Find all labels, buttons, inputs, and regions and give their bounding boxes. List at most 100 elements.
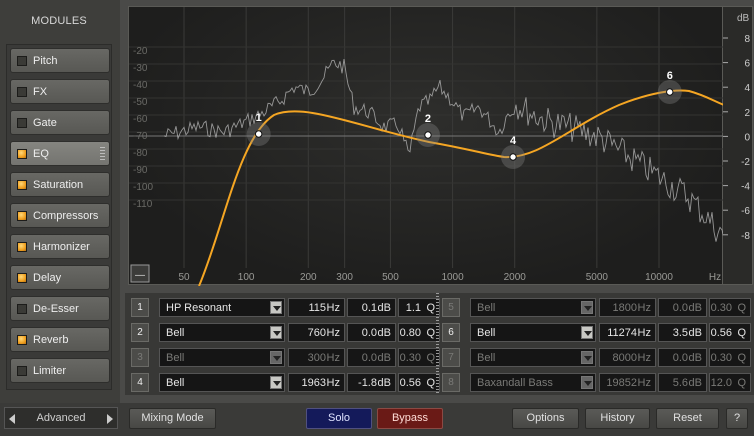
band-frequency-value: 1800: [612, 302, 637, 314]
collapse-graph-button[interactable]: —: [130, 264, 150, 283]
drag-handle-icon[interactable]: [100, 147, 105, 161]
help-button[interactable]: ?: [726, 408, 748, 429]
advanced-toggle[interactable]: Advanced: [4, 407, 118, 429]
band-type-select[interactable]: Bell: [159, 373, 285, 392]
module-enable-led[interactable]: [17, 87, 27, 97]
module-compressors[interactable]: Compressors: [10, 203, 110, 228]
band-type-select[interactable]: Bell: [470, 348, 596, 367]
module-enable-led[interactable]: [17, 56, 27, 66]
module-enable-led[interactable]: [17, 149, 27, 159]
module-reverb[interactable]: Reverb: [10, 327, 110, 352]
band-type-select[interactable]: Bell: [159, 323, 285, 342]
band-gain-field[interactable]: 0.0 dB: [347, 323, 396, 342]
band-frequency-field[interactable]: 8000 Hz: [599, 348, 656, 367]
band-number-button[interactable]: 5: [442, 298, 460, 317]
band-number-button[interactable]: 1: [131, 298, 149, 317]
eq-band-node[interactable]: 6: [657, 70, 682, 104]
chevron-down-icon[interactable]: [581, 301, 593, 314]
band-type-value: Bell: [477, 302, 496, 314]
band-gain-field[interactable]: 5.6 dB: [658, 373, 707, 392]
options-button[interactable]: Options: [512, 408, 579, 429]
eq-band-node[interactable]: 2: [415, 113, 440, 147]
band-frequency-field[interactable]: 115 Hz: [288, 298, 345, 317]
band-frequency-field[interactable]: 1800 Hz: [599, 298, 656, 317]
module-enable-led[interactable]: [17, 180, 27, 190]
band-q-field[interactable]: 0.30 Q: [709, 348, 751, 367]
band-gain-field[interactable]: 0.0 dB: [658, 348, 707, 367]
frequency-unit: Hz: [326, 377, 340, 389]
gain-scale: dB 8 6 4 2 0 -2 -4 -6 -8: [723, 6, 753, 285]
spectrum-db-tick: -60: [133, 114, 148, 125]
band-q-field[interactable]: 0.80 Q: [398, 323, 440, 342]
chevron-down-icon[interactable]: [270, 376, 282, 389]
band-gain-field[interactable]: -1.8 dB: [347, 373, 396, 392]
module-enable-led[interactable]: [17, 242, 27, 252]
eq-band-node-label: 2: [425, 113, 431, 125]
band-q-field[interactable]: 12.0 Q: [709, 373, 751, 392]
band-number-button[interactable]: 4: [131, 373, 149, 392]
band-frequency-field[interactable]: 300 Hz: [288, 348, 345, 367]
band-number-button[interactable]: 8: [442, 373, 460, 392]
band-q-field[interactable]: 0.30 Q: [398, 348, 440, 367]
module-enable-led[interactable]: [17, 118, 27, 128]
band-q-field[interactable]: 1.1 Q: [398, 298, 440, 317]
band-frequency-field[interactable]: 1963 Hz: [288, 373, 345, 392]
module-delay[interactable]: Delay: [10, 265, 110, 290]
chevron-right-icon[interactable]: [107, 414, 113, 424]
band-gain-field[interactable]: 0.0 dB: [347, 348, 396, 367]
band-type-select[interactable]: Bell: [159, 348, 285, 367]
band-gain-value: 0.0: [361, 352, 377, 364]
chevron-down-icon[interactable]: [581, 326, 593, 339]
band-number-button[interactable]: 6: [442, 323, 460, 342]
band-number-button[interactable]: 3: [131, 348, 149, 367]
module-pitch[interactable]: Pitch: [10, 48, 110, 73]
eq-graph[interactable]: -20 -30 -40 -50 -60 -70 -80 -90 -100 -110 50 100 200…: [128, 6, 724, 286]
frequency-tick: 200: [300, 272, 317, 283]
module-enable-led[interactable]: [17, 366, 27, 376]
module-saturation[interactable]: Saturation: [10, 172, 110, 197]
band-number-button[interactable]: 7: [442, 348, 460, 367]
band-frequency-value: 8000: [612, 352, 637, 364]
band-q-field[interactable]: 0.56 Q: [398, 373, 440, 392]
band-type-select[interactable]: Baxandall Bass: [470, 373, 596, 392]
band-number-button[interactable]: 2: [131, 323, 149, 342]
q-unit: Q: [737, 302, 746, 314]
band-gain-field[interactable]: 0.1 dB: [347, 298, 396, 317]
spectrum-db-tick: -100: [133, 182, 153, 193]
bypass-button[interactable]: Bypass: [377, 408, 443, 429]
chevron-down-icon[interactable]: [270, 326, 282, 339]
band-frequency-field[interactable]: 11274 Hz: [599, 323, 656, 342]
chevron-down-icon[interactable]: [270, 301, 282, 314]
module-gate[interactable]: Gate: [10, 110, 110, 135]
module-harmonizer[interactable]: Harmonizer: [10, 234, 110, 259]
chevron-down-icon[interactable]: [270, 351, 282, 364]
eq-band-node[interactable]: 1: [246, 112, 271, 146]
module-enable-led[interactable]: [17, 273, 27, 283]
band-type-select[interactable]: Bell: [470, 323, 596, 342]
band-gain-field[interactable]: 3.5 dB: [658, 323, 707, 342]
history-button[interactable]: History: [585, 408, 650, 429]
reset-button[interactable]: Reset: [656, 408, 719, 429]
module-fx[interactable]: FX: [10, 79, 110, 104]
module-enable-led[interactable]: [17, 211, 27, 221]
band-type-select[interactable]: HP Resonant: [159, 298, 285, 317]
band-gain-value: 3.5: [672, 327, 688, 339]
module-de-esser[interactable]: De-Esser: [10, 296, 110, 321]
module-eq[interactable]: EQ: [10, 141, 110, 166]
band-frequency-field[interactable]: 19852 Hz: [599, 373, 656, 392]
module-limiter[interactable]: Limiter: [10, 358, 110, 383]
solo-button[interactable]: Solo: [306, 408, 372, 429]
chevron-down-icon[interactable]: [581, 376, 593, 389]
eq-graph-canvas[interactable]: -20 -30 -40 -50 -60 -70 -80 -90 -100 -110 50 100 200…: [129, 7, 724, 286]
band-q-field[interactable]: 0.56 Q: [709, 323, 751, 342]
chevron-down-icon[interactable]: [581, 351, 593, 364]
eq-band-node[interactable]: 4: [501, 135, 526, 169]
band-q-field[interactable]: 0.30 Q: [709, 298, 751, 317]
q-unit: Q: [737, 377, 746, 389]
module-enable-led[interactable]: [17, 335, 27, 345]
module-enable-led[interactable]: [17, 304, 27, 314]
band-type-select[interactable]: Bell: [470, 298, 596, 317]
mixing-mode-button[interactable]: Mixing Mode: [129, 408, 216, 429]
band-gain-field[interactable]: 0.0 dB: [658, 298, 707, 317]
band-frequency-field[interactable]: 760 Hz: [288, 323, 345, 342]
